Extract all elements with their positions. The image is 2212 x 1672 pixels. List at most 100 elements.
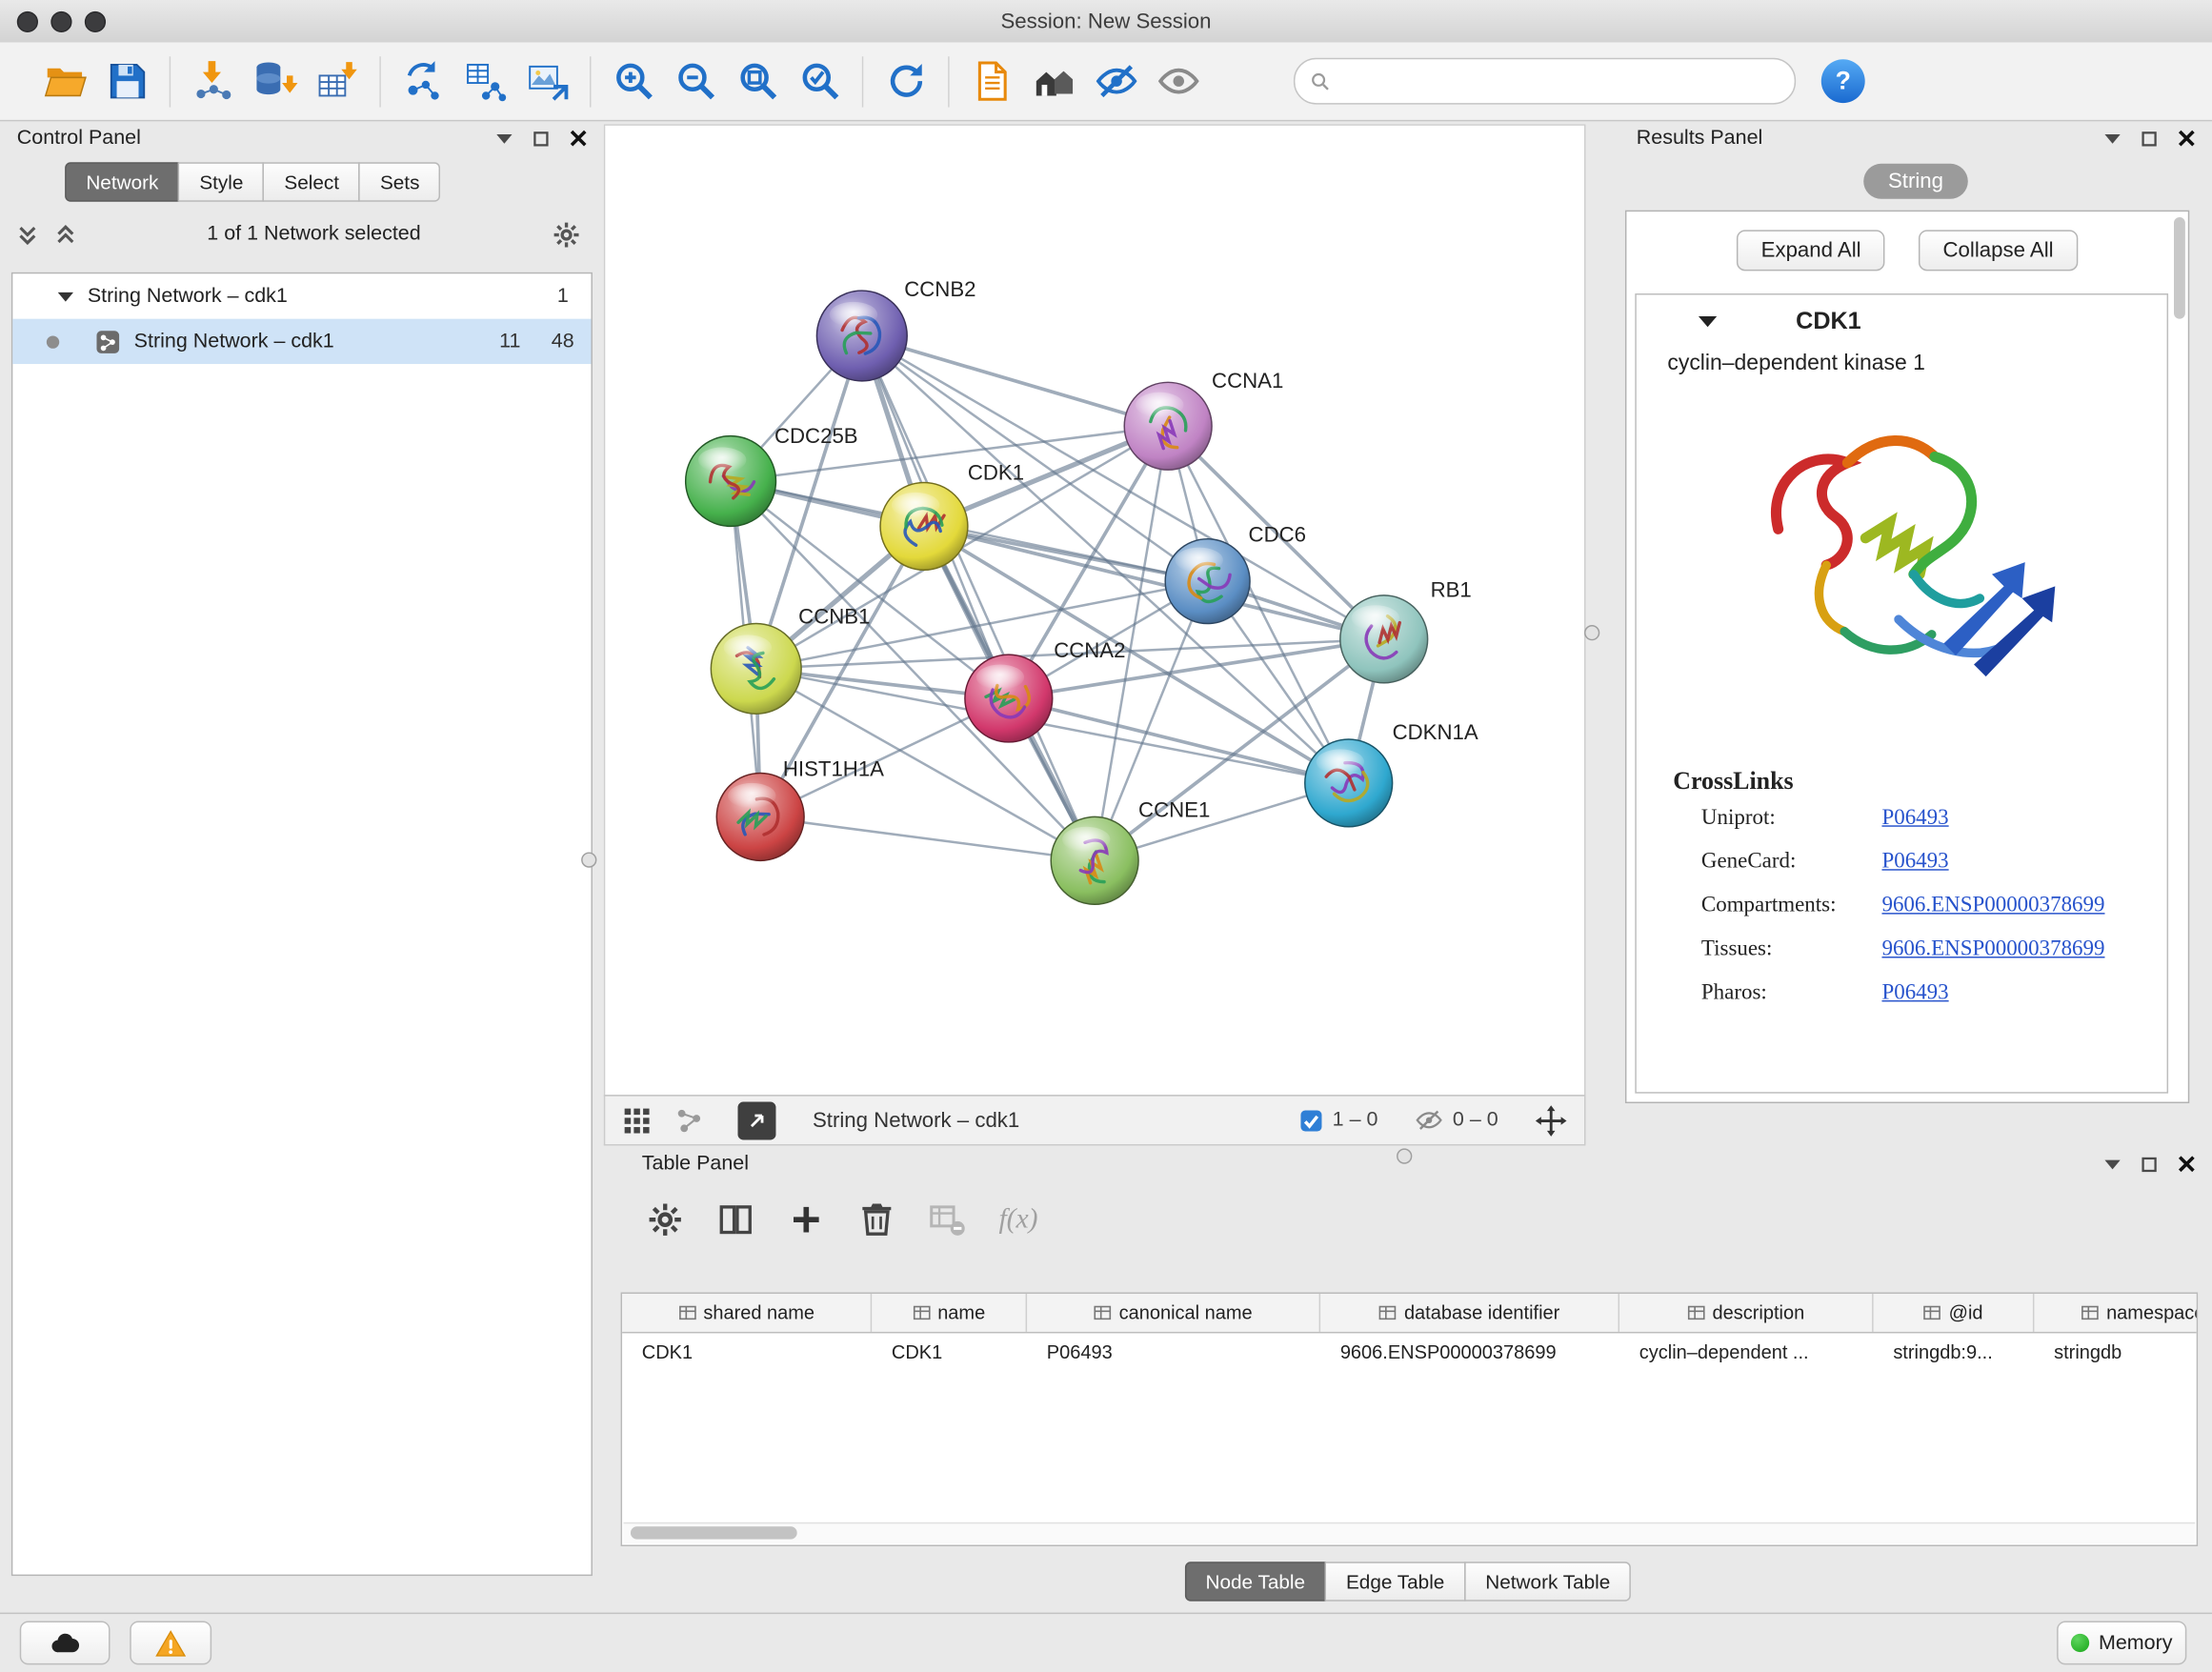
network-overview-icon[interactable] (674, 1105, 704, 1135)
cloud-button[interactable] (20, 1622, 111, 1665)
left-splitter-handle[interactable] (581, 852, 596, 867)
network-node-CCNE1[interactable] (1051, 816, 1138, 904)
network-row[interactable]: String Network – cdk1 11 48 (12, 319, 591, 364)
new-network-selection-button[interactable] (392, 50, 454, 112)
export-image-button[interactable] (516, 50, 578, 112)
network-node-CCNA1[interactable] (1124, 382, 1212, 470)
network-node-CDK1[interactable] (880, 482, 968, 570)
network-node-RB1[interactable] (1340, 595, 1428, 683)
expand-all-icon[interactable] (17, 224, 38, 245)
table-cell[interactable]: stringdb:9... (1874, 1341, 2035, 1362)
tab-select[interactable]: Select (263, 162, 360, 201)
network-node-CDC6[interactable] (1165, 539, 1250, 624)
collapse-icon[interactable] (58, 292, 73, 301)
network-node-CCNA2[interactable] (965, 655, 1053, 742)
table-settings-gear-icon[interactable] (646, 1199, 684, 1238)
import-network-file-button[interactable] (182, 50, 244, 112)
crosslink-link[interactable]: P06493 (1881, 849, 1948, 875)
right-splitter-handle[interactable] (1584, 625, 1599, 640)
grid-view-icon[interactable] (622, 1105, 652, 1135)
zoom-out-button[interactable] (664, 50, 726, 112)
zoom-in-button[interactable] (602, 50, 664, 112)
column-header-description[interactable]: description (1619, 1294, 1874, 1332)
warnings-button[interactable] (130, 1622, 211, 1665)
toolbar-search-input[interactable] (1332, 69, 1780, 94)
crosslink-link[interactable]: 9606.ENSP00000378699 (1881, 937, 2104, 962)
column-header-namespace[interactable]: namespace (2034, 1294, 2198, 1332)
checkbox-icon[interactable] (1298, 1108, 1322, 1132)
float-menu-icon[interactable] (2104, 1159, 2120, 1169)
table-horizontal-scrollbar[interactable] (624, 1522, 2196, 1543)
zoom-selected-button[interactable] (789, 50, 851, 112)
maximize-icon[interactable] (2142, 1157, 2157, 1172)
scrollbar-thumb[interactable] (631, 1526, 797, 1539)
help-button[interactable]: ? (1821, 59, 1865, 103)
maximize-icon[interactable] (533, 131, 549, 146)
tab-sets[interactable]: Sets (359, 162, 441, 201)
table-cell[interactable]: CDK1 (622, 1341, 872, 1362)
network-from-table-button[interactable] (454, 50, 516, 112)
search-icon (1309, 70, 1332, 92)
float-menu-icon[interactable] (496, 133, 512, 143)
memory-button[interactable]: Memory (2057, 1622, 2187, 1665)
collapse-section-icon[interactable] (1699, 316, 1717, 328)
close-panel-icon[interactable] (570, 130, 587, 147)
add-column-icon[interactable] (787, 1199, 825, 1238)
float-menu-icon[interactable] (2104, 133, 2120, 143)
detach-view-button[interactable] (737, 1101, 775, 1139)
tab-node-table[interactable]: Node Table (1184, 1561, 1326, 1601)
network-edge[interactable] (760, 816, 1095, 860)
network-edge[interactable] (862, 335, 1095, 860)
hide-selected-button[interactable] (1085, 50, 1147, 112)
maximize-icon[interactable] (2142, 131, 2157, 146)
column-header-database-identifier[interactable]: database identifier (1320, 1294, 1619, 1332)
network-node-CDC25B[interactable] (686, 436, 776, 527)
tab-network-table[interactable]: Network Table (1464, 1561, 1631, 1601)
column-header-name[interactable]: name (872, 1294, 1027, 1332)
pan-mode-icon[interactable] (1535, 1104, 1567, 1137)
table-cell[interactable]: P06493 (1027, 1341, 1320, 1362)
crosslink-link[interactable]: 9606.ENSP00000378699 (1881, 893, 2104, 918)
import-network-database-button[interactable] (244, 50, 306, 112)
tab-network[interactable]: Network (65, 162, 179, 201)
gear-icon[interactable] (552, 219, 581, 249)
delete-column-icon[interactable] (857, 1199, 895, 1238)
open-session-button[interactable] (34, 50, 96, 112)
refresh-view-button[interactable] (875, 50, 936, 112)
crosslink-link[interactable]: P06493 (1881, 979, 1948, 1005)
network-collection-row[interactable]: String Network – cdk1 1 (12, 273, 591, 318)
collapse-all-button[interactable]: Collapse All (1919, 230, 2077, 271)
documents-button[interactable] (960, 50, 1022, 112)
network-node-HIST1H1A[interactable] (716, 774, 804, 861)
table-cell[interactable]: 9606.ENSP00000378699 (1320, 1341, 1619, 1362)
column-header-canonical-name[interactable]: canonical name (1027, 1294, 1320, 1332)
hidden-eye-icon[interactable] (1415, 1106, 1443, 1135)
protein-card-header[interactable]: CDK1 (1637, 294, 2167, 348)
column-header-shared-name[interactable]: shared name (622, 1294, 872, 1332)
network-edge[interactable] (862, 335, 1168, 426)
table-row[interactable]: CDK1CDK1P064939606.ENSP00000378699cyclin… (622, 1333, 2197, 1371)
tab-edge-table[interactable]: Edge Table (1325, 1561, 1466, 1601)
home-button[interactable] (1023, 50, 1085, 112)
column-header-@id[interactable]: @id (1874, 1294, 2035, 1332)
close-panel-icon[interactable] (2178, 130, 2195, 147)
collapse-all-icon[interactable] (55, 224, 76, 245)
tab-string[interactable]: String (1864, 164, 1967, 199)
crosslink-link[interactable]: P06493 (1881, 805, 1948, 831)
tab-style[interactable]: Style (178, 162, 265, 201)
network-node-CDKN1A[interactable] (1305, 739, 1393, 827)
results-scrollbar[interactable] (2174, 217, 2185, 319)
network-node-CCNB2[interactable] (816, 291, 907, 381)
show-columns-icon[interactable] (716, 1199, 754, 1238)
network-node-CCNB1[interactable] (711, 624, 801, 715)
zoom-fit-button[interactable] (727, 50, 789, 112)
show-all-button[interactable] (1147, 50, 1209, 112)
table-cell[interactable]: cyclin–dependent ... (1619, 1341, 1874, 1362)
save-session-button[interactable] (96, 50, 158, 112)
expand-all-button[interactable]: Expand All (1737, 230, 1884, 271)
table-cell[interactable]: stringdb (2034, 1341, 2198, 1362)
network-canvas[interactable]: CCNB2CCNA1CDC25BCDK1CDC6RB1CCNB1CCNA2CDK… (604, 124, 1586, 1096)
close-panel-icon[interactable] (2178, 1156, 2195, 1173)
table-cell[interactable]: CDK1 (872, 1341, 1027, 1362)
import-table-file-button[interactable] (306, 50, 368, 112)
